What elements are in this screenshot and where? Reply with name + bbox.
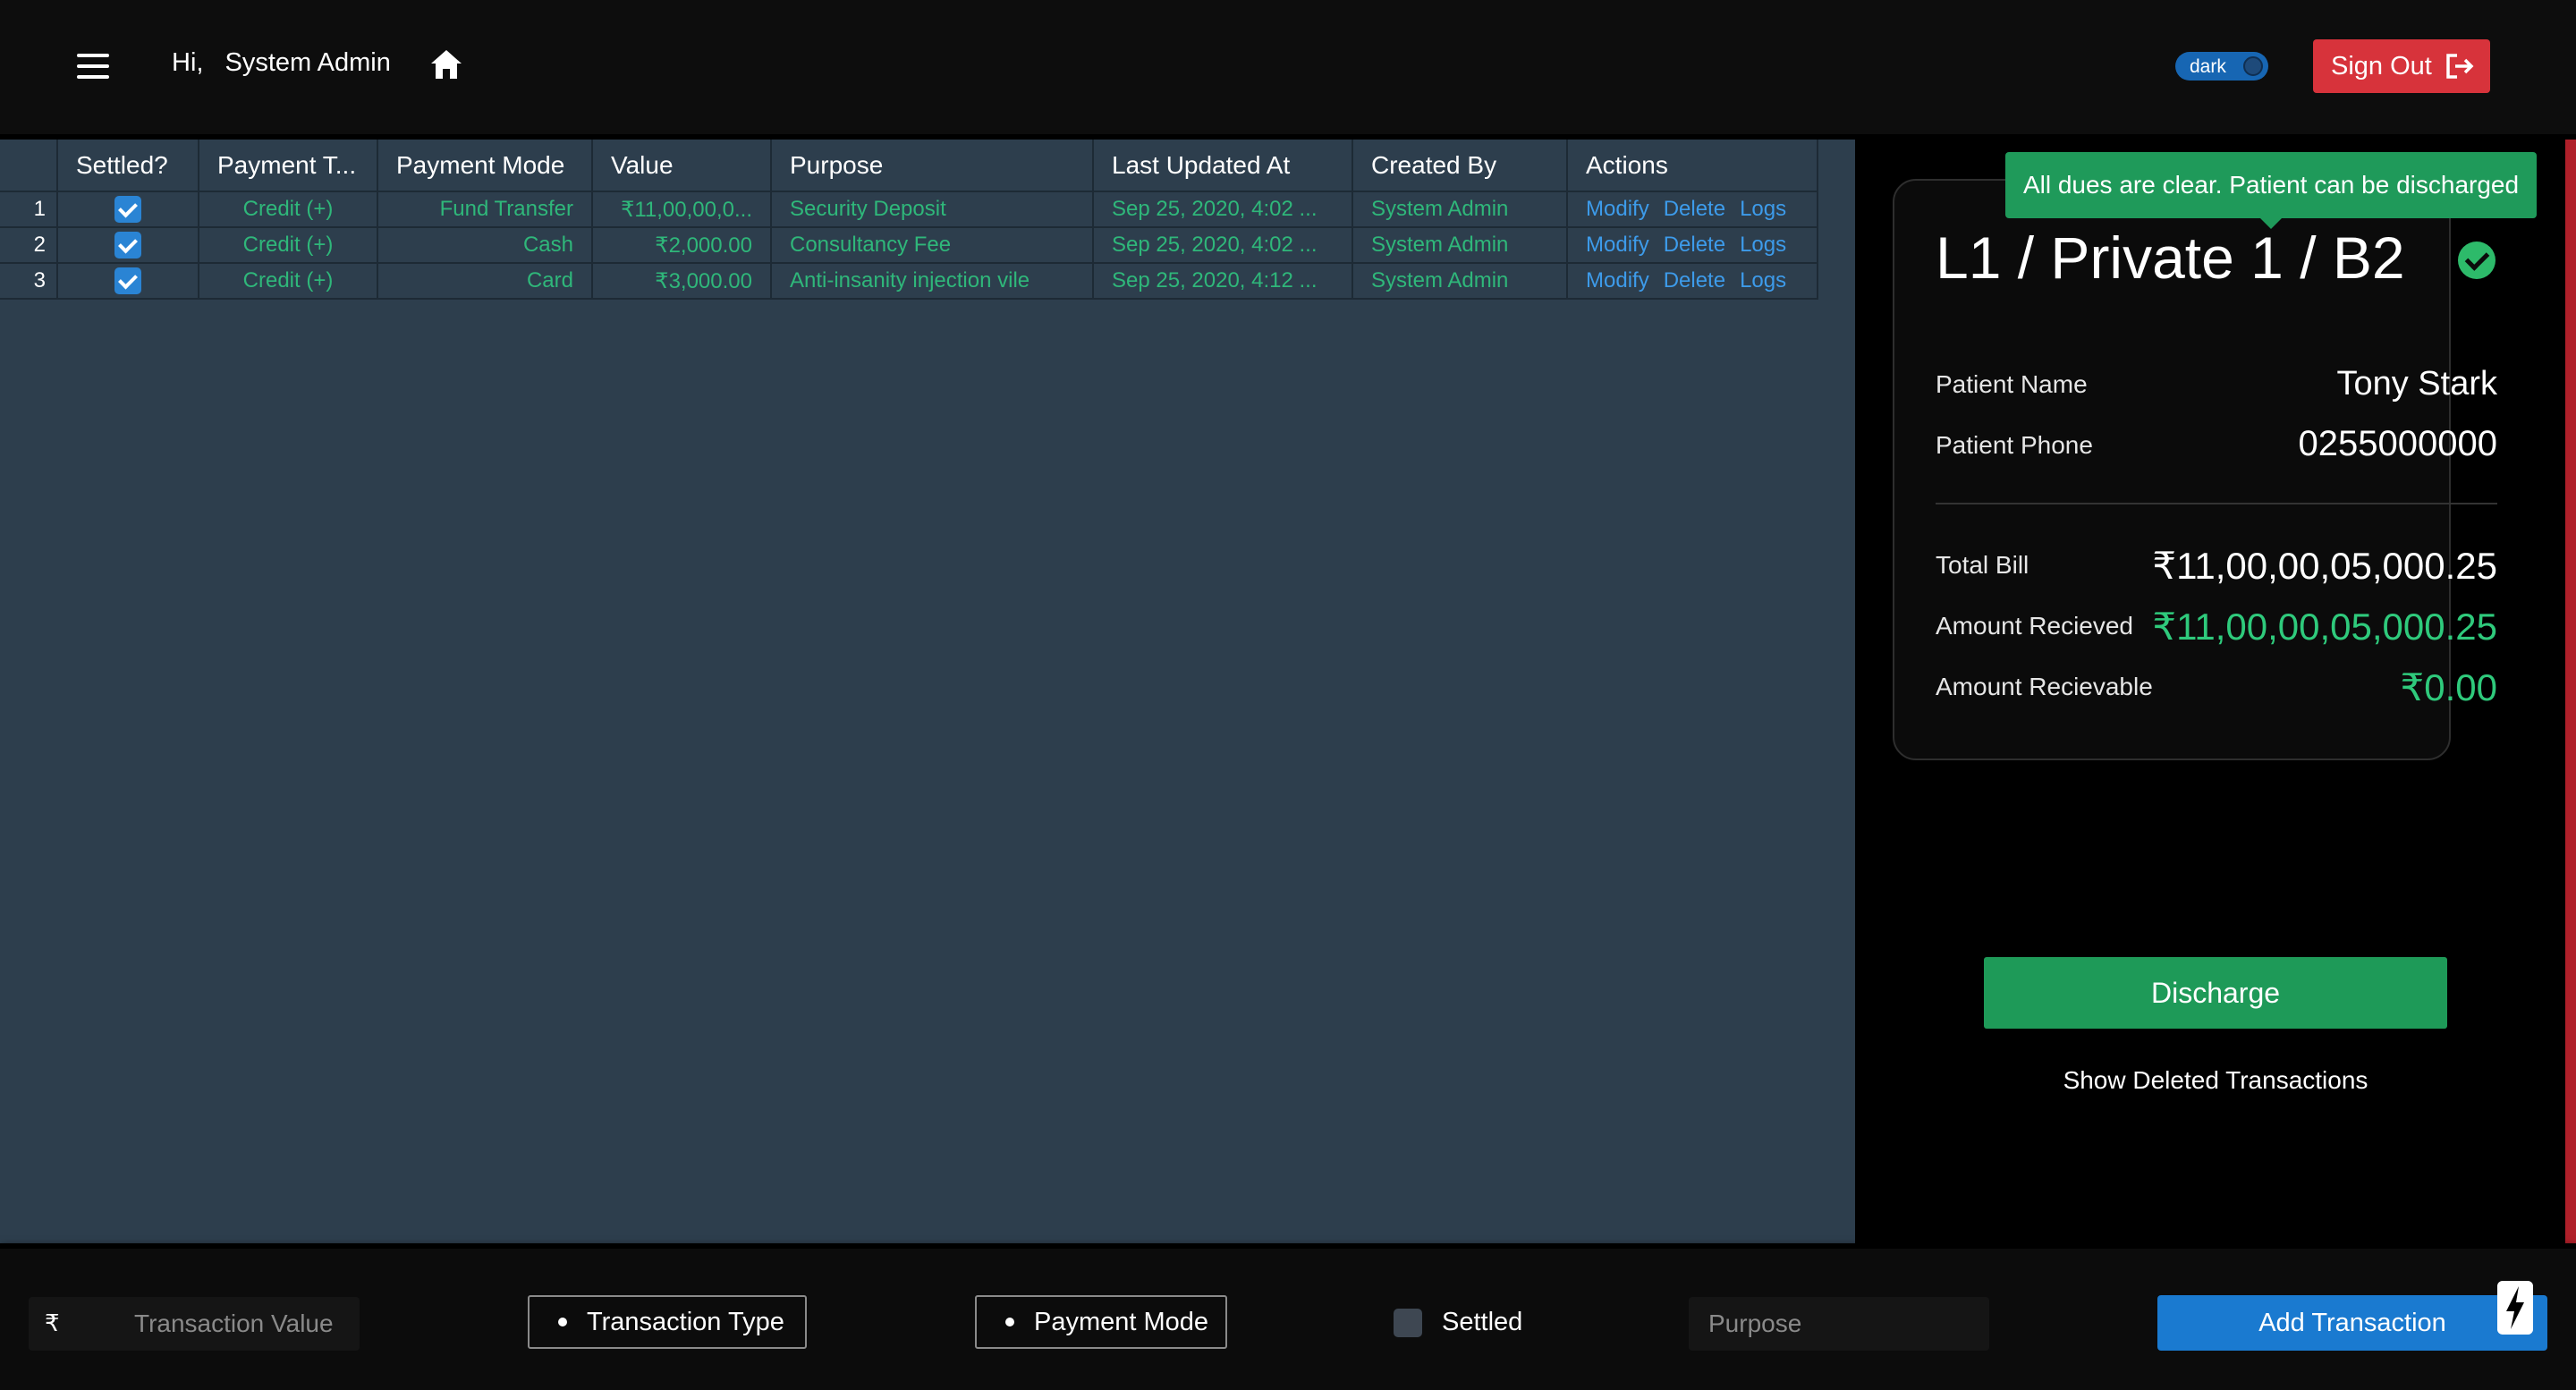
payment-type-cell: Credit (+) [199,191,378,227]
table-row[interactable]: 2 Credit (+) Cash ₹2,000.00 Consultancy … [0,226,1818,263]
col-settled[interactable]: Settled? [57,140,199,191]
settled-cell [57,262,199,300]
amount-receivable-label: Amount Recievable [1936,673,2153,700]
greeting: Hi, System Admin [172,48,391,78]
discharge-tooltip: All dues are clear. Patient can be disch… [2005,152,2537,229]
row-index: 1 [0,191,58,227]
table-row[interactable]: 3 Credit (+) Card ₹3,000.00 Anti-insanit… [0,262,1818,300]
bolt-icon[interactable] [2497,1281,2533,1335]
transaction-type-select[interactable]: Transaction Type [528,1295,807,1349]
theme-toggle-label: dark [2190,56,2226,77]
transaction-type-label: Transaction Type [587,1307,784,1336]
updated-cell: Sep 25, 2020, 4:02 ... [1093,191,1353,227]
created-by-cell: System Admin [1352,226,1568,263]
transaction-value-field[interactable]: ₹ [29,1297,360,1351]
patient-phone-label: Patient Phone [1936,431,2093,459]
col-value[interactable]: Value [592,140,772,191]
add-transaction-button[interactable]: Add Transaction [2157,1295,2547,1351]
transaction-value-input[interactable] [134,1297,358,1351]
col-payment-mode[interactable]: Payment Mode [377,140,593,191]
updated-cell: Sep 25, 2020, 4:12 ... [1093,262,1353,300]
settled-checkbox[interactable] [114,196,141,223]
top-bar: Hi, System Admin dark Sign Out [0,0,2576,134]
logout-icon [2446,54,2474,79]
card-divider [1936,503,2497,504]
bullet-icon [558,1318,567,1326]
col-created-by[interactable]: Created By [1352,140,1568,191]
modify-link[interactable]: Modify [1586,233,1649,257]
user-name: System Admin [225,48,391,77]
modify-link[interactable]: Modify [1586,268,1649,292]
actions-cell: Modify Delete Logs [1567,191,1818,227]
created-by-cell: System Admin [1352,191,1568,227]
logs-link[interactable]: Logs [1740,233,1786,257]
show-deleted-transactions-link[interactable]: Show Deleted Transactions [1984,1066,2447,1095]
discharge-button[interactable]: Discharge [1984,957,2447,1029]
logs-link[interactable]: Logs [1740,197,1786,221]
col-last-updated[interactable]: Last Updated At [1093,140,1353,191]
purpose-cell: Consultancy Fee [771,226,1094,263]
payment-mode-cell: Card [377,262,593,300]
patient-phone: 0255000000 [2298,424,2497,463]
transactions-table: Settled? Payment T... Payment Mode Value… [0,140,1818,300]
updated-cell: Sep 25, 2020, 4:02 ... [1093,226,1353,263]
total-bill: ₹11,00,00,05,000.25 [2152,545,2497,587]
theme-toggle[interactable]: dark [2175,52,2268,81]
check-circle-icon[interactable] [2458,242,2496,279]
settled-label: Settled [1442,1308,1523,1336]
actions-cell: Modify Delete Logs [1567,226,1818,263]
purpose-cell: Security Deposit [771,191,1094,227]
col-purpose[interactable]: Purpose [771,140,1094,191]
settled-cell [57,191,199,227]
col-actions: Actions [1567,140,1818,191]
patient-name: Tony Stark [2336,365,2497,403]
sign-out-button[interactable]: Sign Out [2313,39,2490,93]
value-cell: ₹11,00,00,0... [592,191,772,227]
settled-checkbox[interactable] [1394,1308,1422,1337]
settled-checkbox[interactable] [114,267,141,294]
bullet-icon [1005,1318,1014,1326]
col-payment-type[interactable]: Payment T... [199,140,378,191]
payment-type-cell: Credit (+) [199,226,378,263]
logs-link[interactable]: Logs [1740,268,1786,292]
payment-mode-label: Payment Mode [1034,1307,1209,1336]
table-row[interactable]: 1 Credit (+) Fund Transfer ₹11,00,00,0..… [0,191,1818,227]
patient-name-label: Patient Name [1936,370,2088,398]
payment-mode-cell: Fund Transfer [377,191,593,227]
amount-received-label: Amount Recieved [1936,612,2134,640]
home-icon[interactable] [429,48,463,81]
row-index: 2 [0,226,58,263]
index-header [0,140,58,191]
value-cell: ₹2,000.00 [592,226,772,263]
edge-accent [2565,140,2576,1243]
row-index: 3 [0,262,58,300]
amount-received: ₹11,00,00,05,000.25 [2152,606,2497,648]
table-header-row: Settled? Payment T... Payment Mode Value… [0,140,1818,191]
payment-mode-select[interactable]: Payment Mode [975,1295,1227,1349]
modify-link[interactable]: Modify [1586,197,1649,221]
actions-cell: Modify Delete Logs [1567,262,1818,300]
greeting-hi: Hi, [172,48,204,77]
room-title: L1 / Private 1 / B2 [1936,225,2405,291]
settled-cell [57,226,199,263]
delete-link[interactable]: Delete [1664,197,1725,221]
delete-link[interactable]: Delete [1664,268,1725,292]
toggle-knob [2243,56,2263,76]
transactions-panel: Settled? Payment T... Payment Mode Value… [0,140,1855,1243]
purpose-cell: Anti-insanity injection vile [771,262,1094,300]
delete-link[interactable]: Delete [1664,233,1725,257]
currency-symbol: ₹ [45,1309,60,1336]
settled-toggle[interactable]: Settled [1394,1308,1522,1337]
value-cell: ₹3,000.00 [592,262,772,300]
payment-mode-cell: Cash [377,226,593,263]
menu-icon[interactable] [77,54,109,79]
settled-checkbox[interactable] [114,232,141,259]
purpose-input[interactable] [1689,1297,1989,1351]
payment-type-cell: Credit (+) [199,262,378,300]
sign-out-label: Sign Out [2331,51,2432,81]
created-by-cell: System Admin [1352,262,1568,300]
amount-receivable: ₹0.00 [2400,666,2497,708]
total-bill-label: Total Bill [1936,551,2029,579]
